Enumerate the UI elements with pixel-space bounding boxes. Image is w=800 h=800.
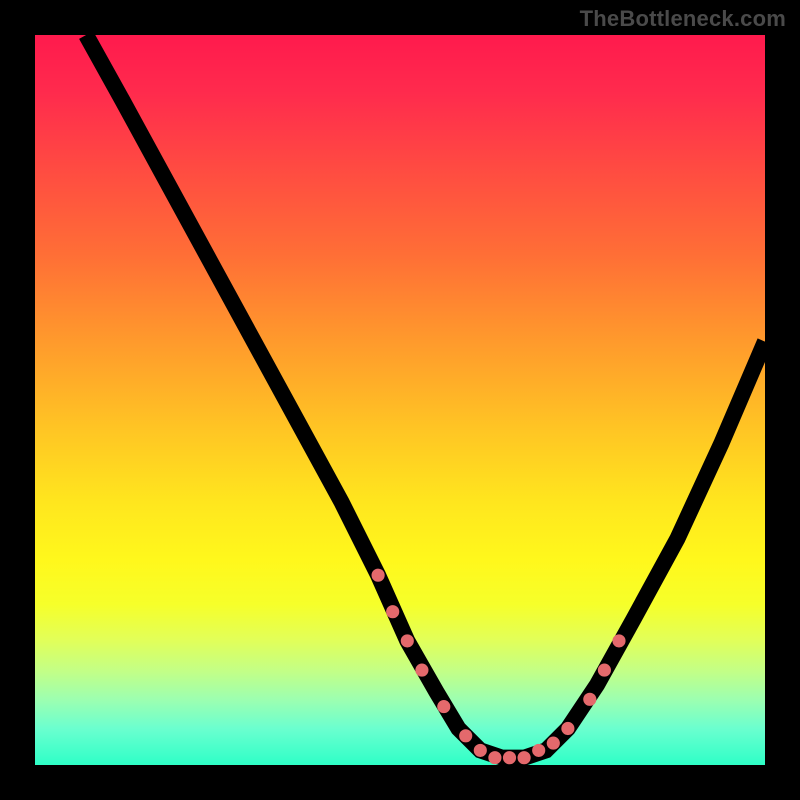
plot-area xyxy=(35,35,765,765)
watermark-text: TheBottleneck.com xyxy=(580,6,786,32)
chart-frame: TheBottleneck.com xyxy=(0,0,800,800)
background-gradient xyxy=(35,35,765,765)
